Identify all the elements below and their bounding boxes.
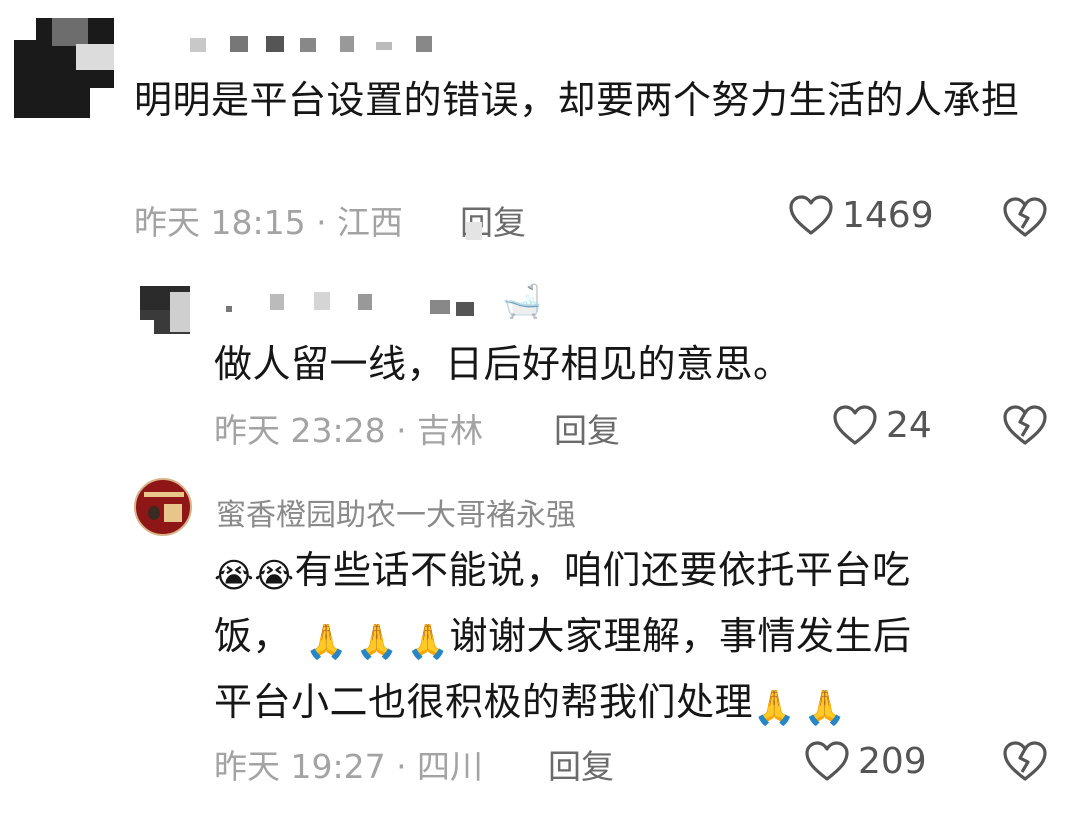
folded-hands-icon: 🙏: [803, 688, 847, 728]
like-button[interactable]: 24: [832, 404, 932, 446]
redaction-block: [466, 222, 482, 240]
avatar[interactable]: [14, 18, 114, 118]
comment-text: 😭😭有些话不能说，咱们还要依托平台吃 饭， 🙏 🙏 🙏谢谢大家理解，事情发生后 平台小…: [214, 542, 1074, 736]
comment-2: 🛁 做人留一线，日后好相见的意思。 昨天 23:28 · 吉林 回复 24: [0, 270, 1080, 460]
username-redacted: 🛁: [218, 282, 558, 320]
comment-text-part: 平台小二也很积极的帮我们处理: [214, 680, 754, 724]
comment-time-location: 昨天 19:27 · 四川: [214, 747, 484, 786]
comment-text: 做人留一线，日后好相见的意思。: [214, 342, 792, 386]
folded-hands-icon: 🙏: [305, 622, 348, 662]
comment-text: 明明是平台设置的错误，却要两个努力生活的人承担: [134, 78, 1020, 122]
avatar[interactable]: [140, 286, 190, 334]
folded-hands-icon: 🙏: [753, 688, 796, 728]
broken-heart-icon[interactable]: [1002, 196, 1048, 238]
reply-button[interactable]: 回复: [548, 740, 614, 788]
heart-outline-icon: [789, 195, 833, 235]
comment-text-part: 有些话不能说，咱们还要依托平台吃: [294, 548, 911, 592]
heart-outline-icon: [833, 405, 877, 445]
like-button[interactable]: 1469: [788, 194, 934, 236]
username[interactable]: 蜜香橙园助农一大哥褚永强: [216, 490, 576, 534]
like-count: 24: [886, 404, 932, 446]
comment-3: 蜜香橙园助农一大哥褚永强 😭😭有些话不能说，咱们还要依托平台吃 饭， 🙏 🙏 🙏谢谢大…: [0, 470, 1080, 818]
loudly-crying-face-icon: 😭: [214, 556, 255, 596]
username-redacted: [190, 36, 450, 54]
comment-time-location: 昨天 18:15 · 江西: [134, 203, 404, 242]
like-count: 1469: [842, 194, 934, 236]
comment-1: 明明是平台设置的错误，却要两个努力生活的人承担 昨天 18:15 · 江西 回复…: [0, 0, 1080, 260]
like-button[interactable]: 209: [804, 740, 927, 782]
broken-heart-icon[interactable]: [1002, 740, 1048, 782]
comment-text-part: 谢谢大家理解，事情发生后: [449, 614, 912, 658]
broken-heart-icon[interactable]: [1002, 404, 1048, 446]
folded-hands-icon: 🙏: [406, 622, 450, 662]
loudly-crying-face-icon: 😭: [254, 556, 295, 596]
like-count: 209: [858, 740, 927, 782]
comment-text-part: 饭，: [214, 614, 292, 658]
comment-time-location: 昨天 23:28 · 吉林: [214, 411, 484, 450]
folded-hands-icon: 🙏: [355, 622, 399, 662]
avatar[interactable]: [134, 478, 192, 536]
bathtub-icon: 🛁: [502, 282, 542, 320]
heart-outline-icon: [805, 741, 849, 781]
reply-button[interactable]: 回复: [554, 404, 620, 452]
